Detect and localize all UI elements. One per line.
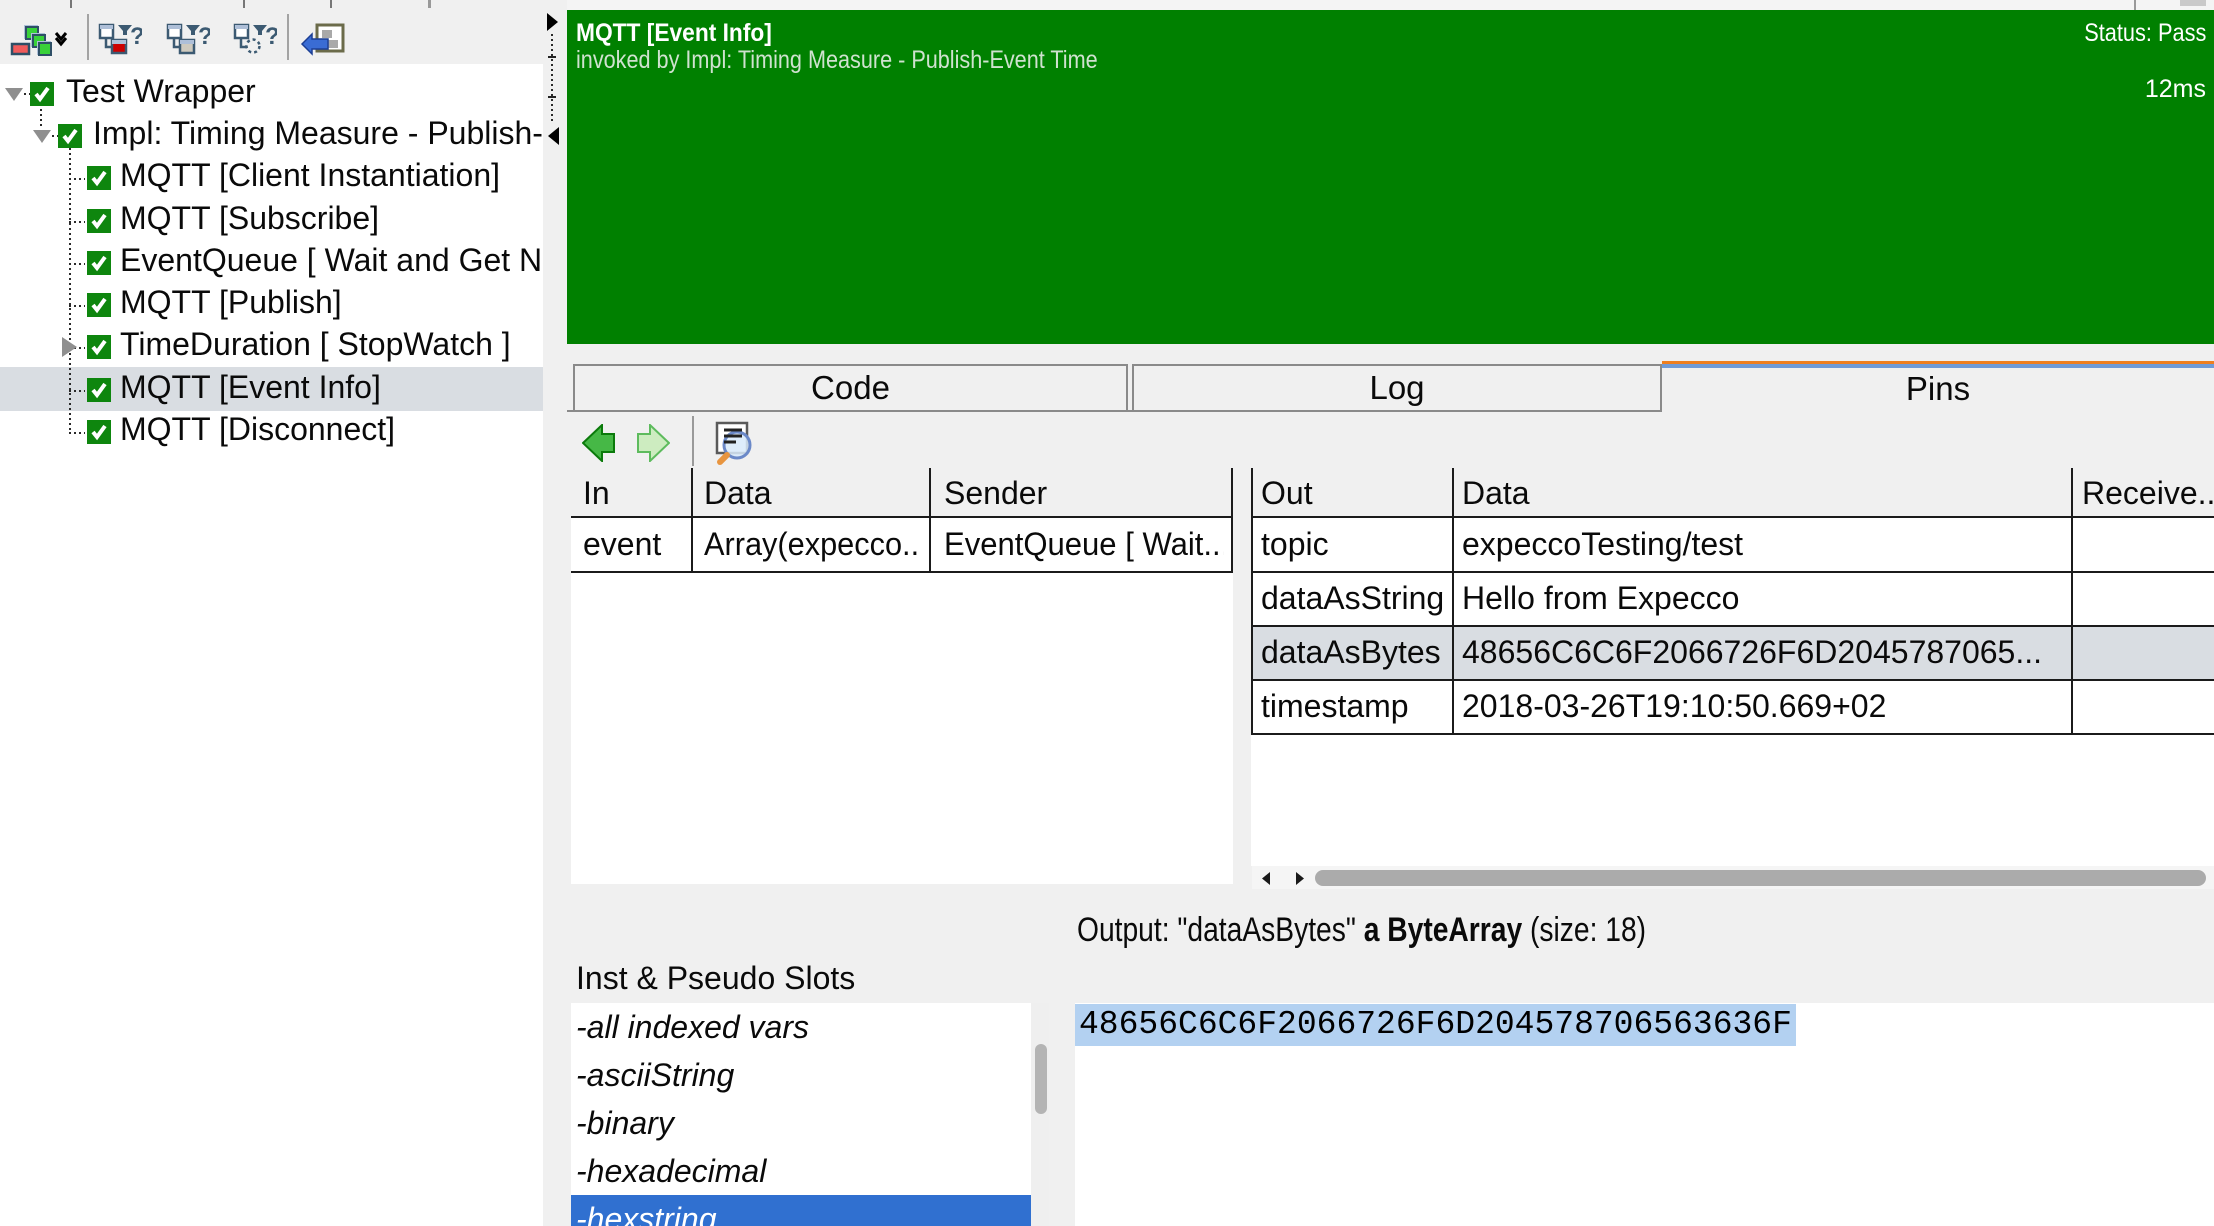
svg-text:?: ? (198, 23, 210, 50)
svg-text:?: ? (130, 23, 142, 50)
svg-text:?: ? (265, 23, 277, 50)
